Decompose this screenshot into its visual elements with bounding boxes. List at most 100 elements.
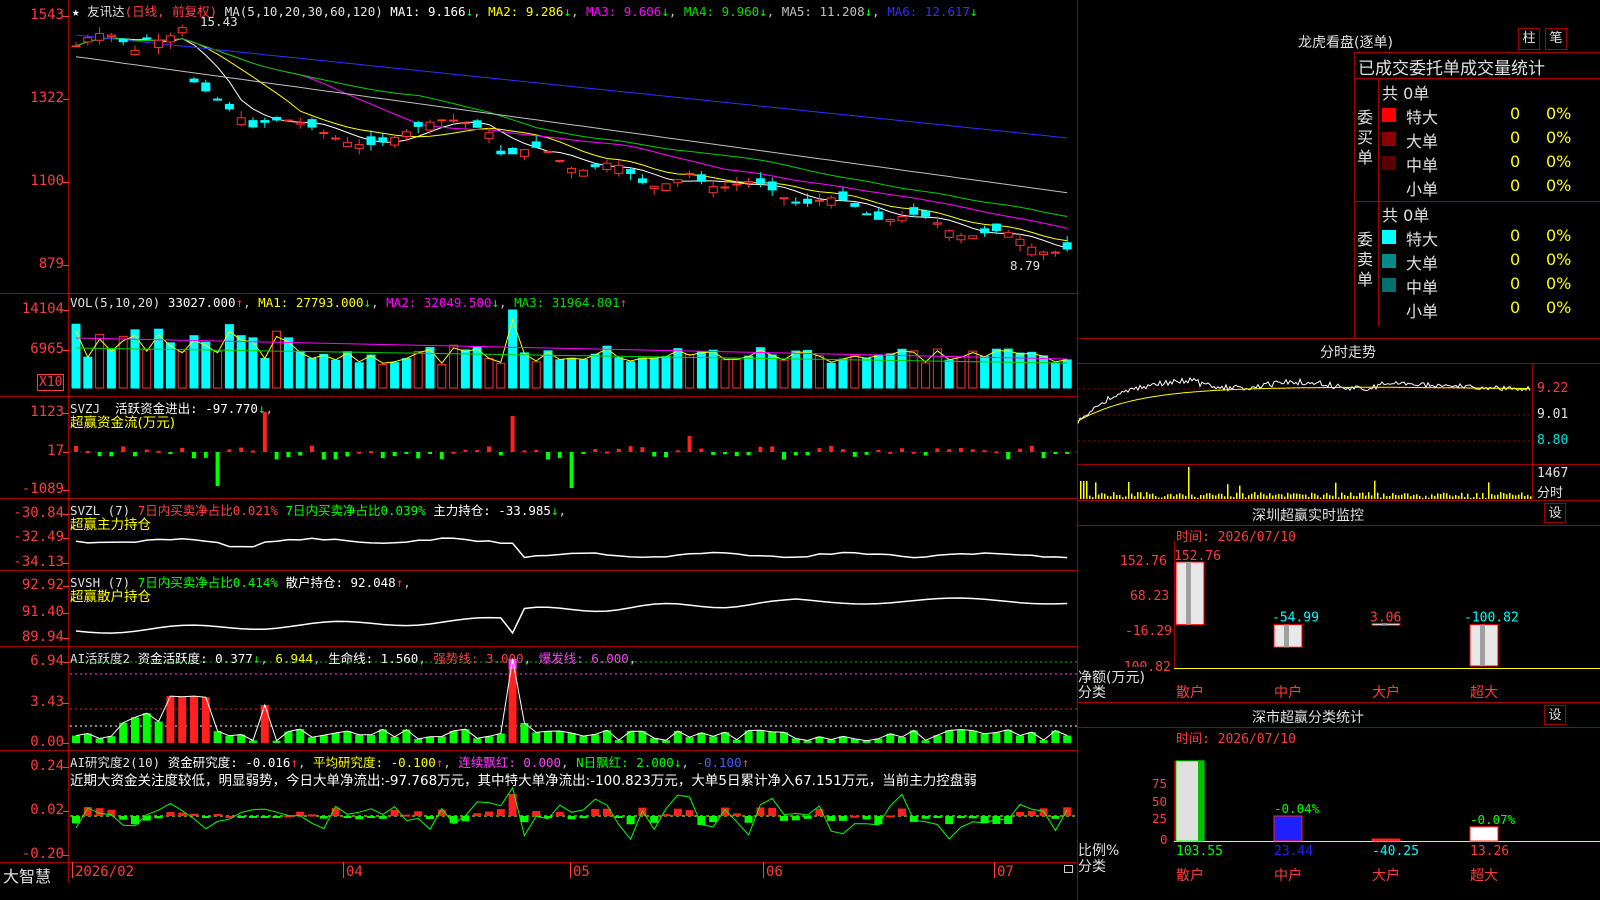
candle-body — [189, 78, 199, 83]
intraday-volume-bar — [1125, 496, 1127, 499]
research-bar — [886, 815, 895, 818]
volume-bar — [354, 362, 364, 389]
volume-bar — [814, 355, 824, 389]
intraday-volume-bar — [1128, 481, 1130, 499]
tick-view-button[interactable]: 笔 — [1545, 28, 1567, 50]
intraday-volume-bar — [1224, 496, 1226, 499]
buy-total: 共 0单 — [1382, 84, 1430, 103]
activity-bar — [945, 730, 954, 743]
monitor-panel[interactable]: 深圳超赢实时监控 设 时间: 2026/07/10 152.76 68.23 -… — [1078, 501, 1600, 702]
research-bar — [673, 808, 682, 816]
intraday-volume-bar — [1413, 494, 1415, 499]
intraday-volume-bar — [1455, 495, 1457, 499]
time-axis[interactable]: 大智慧 2026/02 04 05 06 07 — [0, 862, 1077, 900]
intraday-vol-unit: 分时 — [1537, 486, 1564, 501]
intraday-volume-bar — [1245, 497, 1247, 499]
bar-change-label: -0.07% — [1470, 812, 1516, 827]
flow-bar — [534, 449, 539, 452]
intraday-volume-bar — [1389, 496, 1391, 499]
ratio-bar — [1469, 826, 1499, 842]
intraday-volume-bar — [1293, 493, 1295, 499]
sell-row-label: 特大 — [1406, 230, 1439, 249]
candle-body — [508, 147, 518, 155]
intraday-volume-bar — [1467, 493, 1469, 499]
intraday-volume-bar — [1344, 494, 1346, 499]
volume-bar — [649, 357, 659, 389]
candle-body — [236, 117, 246, 126]
research-bar — [768, 807, 777, 816]
research-bar — [367, 816, 375, 818]
intraday-volume-bar — [1401, 494, 1403, 499]
intraday-volume-bar — [1281, 494, 1283, 499]
research-bar — [780, 816, 788, 821]
flow-bar — [487, 446, 491, 452]
volume-pane[interactable]: 14104 6965 X10 VOL(5,10,20) 33027.000↑, … — [0, 294, 1077, 396]
intraday-panel[interactable]: 分时走势 9.22 9.01 8.80 1467 分时 — [1077, 339, 1600, 501]
ma-line-6 — [75, 34, 1068, 139]
kline-pane[interactable]: 1543 1322 1100 879 ★ 友讯达(日线, 前复权) MA(5,1… — [0, 0, 1077, 293]
activity-bar — [473, 738, 482, 743]
intraday-volume-bar — [1407, 493, 1409, 499]
intraday-volume-bar — [1359, 492, 1361, 499]
flow-bar — [463, 449, 468, 452]
candle-body — [873, 211, 883, 220]
date-label: 04 — [346, 864, 363, 880]
intraday-volume-bar — [1248, 495, 1250, 499]
activity-bar — [331, 733, 340, 743]
classify-panel[interactable]: 深市超赢分类统计 设 时间: 2026/07/10 75 50 25 0 比例%… — [1078, 703, 1600, 900]
main-holding-line — [75, 537, 1068, 559]
flow-bar — [782, 452, 786, 460]
candle-body — [803, 198, 813, 204]
candlestick-chart[interactable] — [0, 0, 1077, 293]
svzl-pane[interactable]: -30.84 -32.49 -34.13 SVZL (7) 7日内买卖净占比0.… — [0, 499, 1077, 570]
research-bar — [154, 816, 163, 819]
volume-bar — [201, 341, 211, 389]
intraday-volume-bar — [1149, 494, 1151, 499]
research-bar — [685, 810, 694, 816]
intraday-volume-bar — [1308, 496, 1310, 499]
candle-body — [1050, 251, 1060, 254]
intraday-volume-bar — [1380, 497, 1382, 499]
research-bar — [579, 816, 588, 819]
activity-chart — [70, 658, 1077, 743]
intraday-volume-bar — [1221, 493, 1223, 499]
buy-swatch — [1382, 132, 1396, 146]
activity-bar — [1063, 735, 1072, 743]
volume-bar — [767, 354, 777, 389]
intraday-volume-bar — [1320, 497, 1322, 499]
volume-bar — [531, 361, 541, 389]
flow-bar — [935, 448, 940, 452]
candle-body — [637, 178, 647, 183]
research-bar — [1004, 816, 1013, 825]
sell-row-label: 小单 — [1406, 302, 1439, 321]
research-bar — [319, 816, 328, 819]
intraday-volume-bar — [1176, 494, 1178, 499]
intraday-volume-bar — [1383, 493, 1385, 499]
buy-row-count: 0 — [1510, 176, 1521, 195]
intraday-volume-bar — [1212, 494, 1214, 499]
flow-bar — [333, 452, 338, 460]
sell-row-pct: 0% — [1546, 250, 1572, 269]
svzj-pane[interactable]: 1123 17 -1089 SVZJ 活跃资金进出: -97.770↓, 超赢资… — [0, 397, 1077, 498]
lock-icon[interactable] — [1064, 865, 1073, 873]
volume-bar — [295, 350, 305, 389]
ai-research-pane[interactable]: 0.24 0.02 -0.20 AI研究度2(10) 资金研究度: -0.016… — [0, 751, 1077, 862]
ai-active-pane[interactable]: 6.94 3.43 0.00 AI活跃度2 资金活跃度: 0.377↓, 6.9… — [0, 647, 1077, 750]
main-holding-line — [75, 537, 1068, 559]
flow-bar — [616, 448, 621, 452]
flow-bar — [888, 451, 893, 454]
volume-bar — [909, 350, 919, 389]
candle-body — [755, 178, 765, 184]
volume-bar — [944, 359, 954, 389]
intraday-chart[interactable] — [1077, 363, 1532, 499]
svsh-pane[interactable]: 92.92 91.40 89.94 SVSH (7) 7日内买卖净占比0.414… — [0, 571, 1077, 646]
flow-bar — [144, 449, 149, 452]
research-bar — [378, 816, 387, 819]
bar-view-button[interactable]: 柱 — [1518, 28, 1540, 50]
volume-bar — [791, 350, 801, 389]
candle-body — [956, 235, 966, 241]
sell-row-pct: 0% — [1546, 226, 1572, 245]
flow-bar — [251, 450, 255, 453]
candle-body — [968, 235, 978, 240]
activity-bar — [827, 739, 836, 743]
